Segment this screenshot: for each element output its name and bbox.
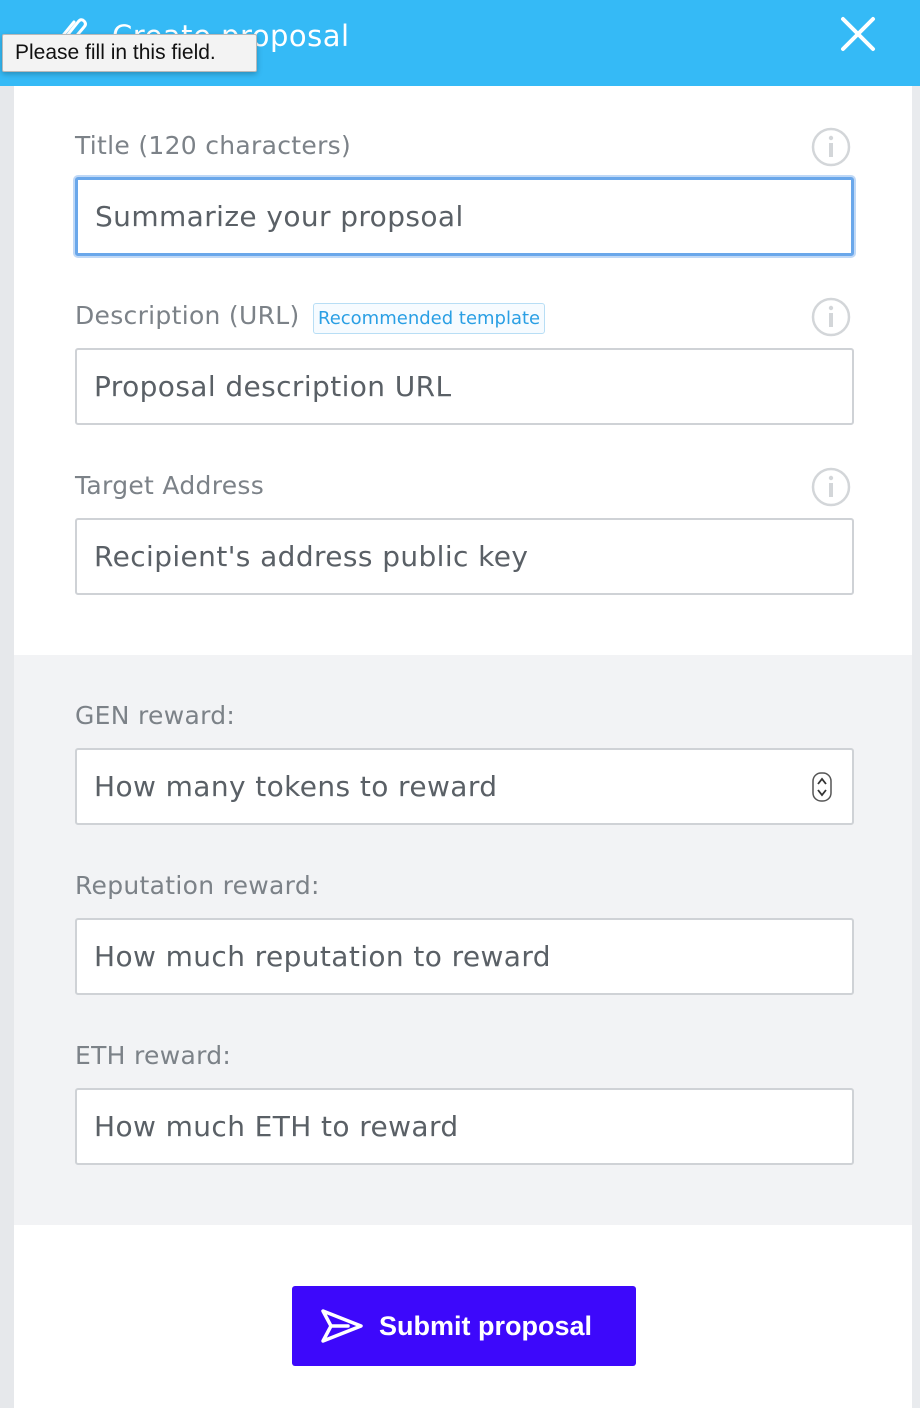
send-icon	[321, 1309, 363, 1343]
eth-reward-label: ETH reward:	[75, 1041, 232, 1070]
title-input[interactable]	[75, 177, 854, 256]
gen-reward-input[interactable]	[75, 748, 854, 825]
eth-reward-input[interactable]	[75, 1088, 854, 1165]
number-stepper-icon[interactable]	[812, 772, 832, 802]
submit-label: Submit proposal	[379, 1311, 593, 1341]
recommended-template-link[interactable]: Recommended template	[313, 303, 546, 334]
target-address-label: Target Address	[75, 471, 265, 500]
modal-edge	[912, 0, 920, 1408]
validation-tooltip: Please fill in this field.	[2, 34, 257, 72]
submit-proposal-button[interactable]: Submit proposal	[292, 1286, 636, 1366]
info-icon[interactable]	[811, 297, 851, 337]
reputation-reward-input[interactable]	[75, 918, 854, 995]
info-icon[interactable]	[811, 127, 851, 167]
target-address-input[interactable]	[75, 518, 854, 595]
close-icon[interactable]	[838, 14, 878, 54]
description-url-input[interactable]	[75, 348, 854, 425]
title-label: Title (120 characters)	[75, 131, 352, 160]
gen-reward-label: GEN reward:	[75, 701, 236, 730]
description-label: Description (URL)	[75, 301, 300, 330]
reputation-reward-label: Reputation reward:	[75, 871, 320, 900]
info-icon[interactable]	[811, 467, 851, 507]
